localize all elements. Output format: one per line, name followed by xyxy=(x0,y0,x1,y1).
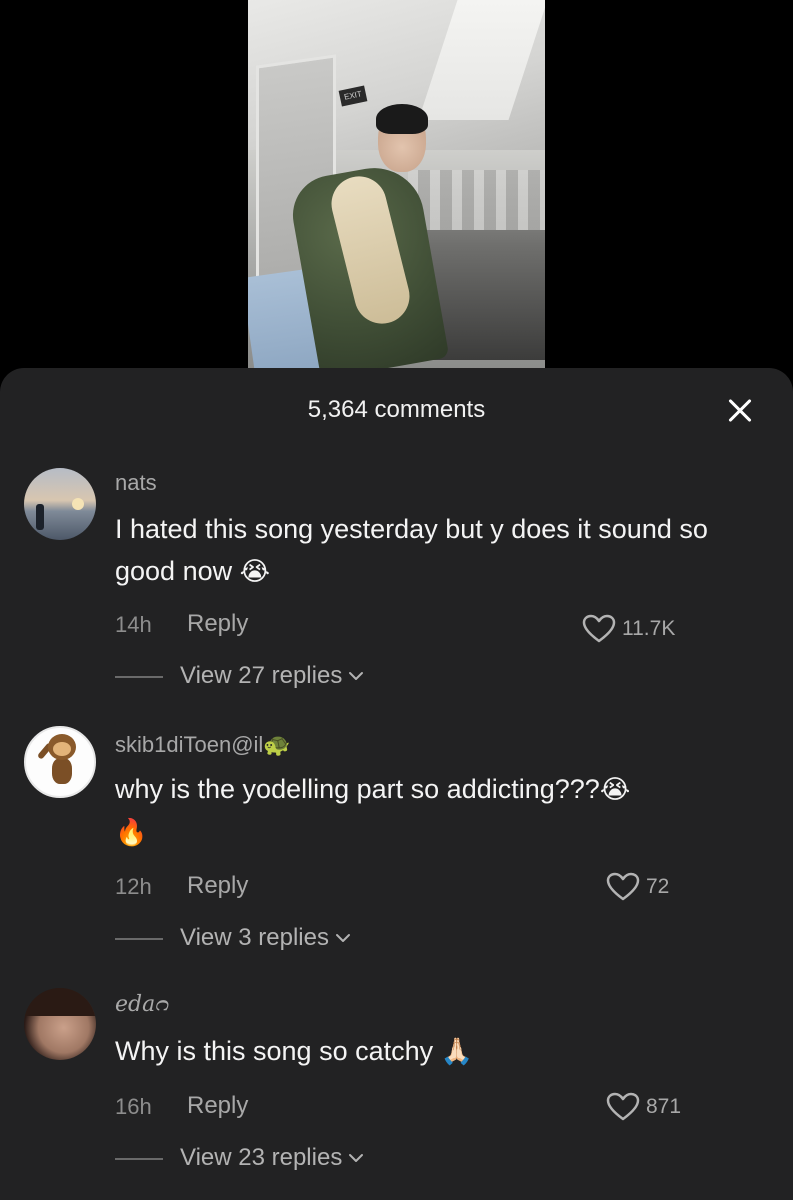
avatar[interactable] xyxy=(24,468,96,540)
fire-emoji: 🔥 xyxy=(115,818,148,848)
replies-divider xyxy=(115,1158,163,1160)
reply-button[interactable]: Reply xyxy=(187,610,248,638)
like-button[interactable]: 871 xyxy=(606,1092,681,1122)
avatar[interactable] xyxy=(24,726,96,798)
view-replies-button[interactable]: View 3 replies xyxy=(180,924,351,952)
crying-emoji: 😭 xyxy=(599,775,631,805)
view-replies-button[interactable]: View 23 replies xyxy=(180,1144,364,1172)
heart-icon xyxy=(606,872,640,901)
chevron-down-icon xyxy=(349,1154,364,1162)
like-button[interactable]: 11.7K xyxy=(582,614,675,644)
replies-divider xyxy=(115,938,163,940)
chevron-down-icon xyxy=(349,672,364,680)
video-thumbnail[interactable]: EXIT xyxy=(248,0,545,370)
like-count: 72 xyxy=(646,875,670,898)
praying-hands-emoji: 🙏🏻 xyxy=(440,1037,474,1067)
comment-username[interactable]: skib1diToen@il🐢 xyxy=(115,732,291,758)
comment-time: 12h xyxy=(115,874,152,899)
comment-username[interactable]: edaᴒ xyxy=(115,992,169,1017)
heart-icon xyxy=(582,614,616,643)
comments-sheet: 5,364 comments nats I hated this song ye… xyxy=(0,368,793,1200)
close-icon[interactable] xyxy=(720,390,760,430)
replies-divider xyxy=(115,676,163,678)
comment-text: Why is this song so catchy 🙏🏻 xyxy=(115,1036,474,1067)
like-count: 871 xyxy=(646,1095,682,1118)
like-button[interactable]: 72 xyxy=(606,872,669,902)
heart-icon xyxy=(606,1092,640,1121)
comment-time: 16h xyxy=(115,1094,152,1119)
reply-button[interactable]: Reply xyxy=(187,872,248,900)
crying-emoji: 😭 xyxy=(239,557,271,587)
avatar[interactable] xyxy=(24,988,96,1060)
comment-time: 14h xyxy=(115,612,152,637)
like-count: 11.7K xyxy=(622,617,676,640)
comment-text: why is the yodelling part so addicting??… xyxy=(115,774,631,848)
video-area[interactable]: EXIT xyxy=(0,0,793,370)
reply-button[interactable]: Reply xyxy=(187,1092,248,1120)
comment-text: I hated this song yesterday but y does i… xyxy=(115,514,708,587)
comment-username[interactable]: nats xyxy=(115,470,157,496)
view-replies-button[interactable]: View 27 replies xyxy=(180,662,364,690)
comments-count-title: 5,364 comments xyxy=(307,396,486,423)
chevron-down-icon xyxy=(335,934,350,942)
